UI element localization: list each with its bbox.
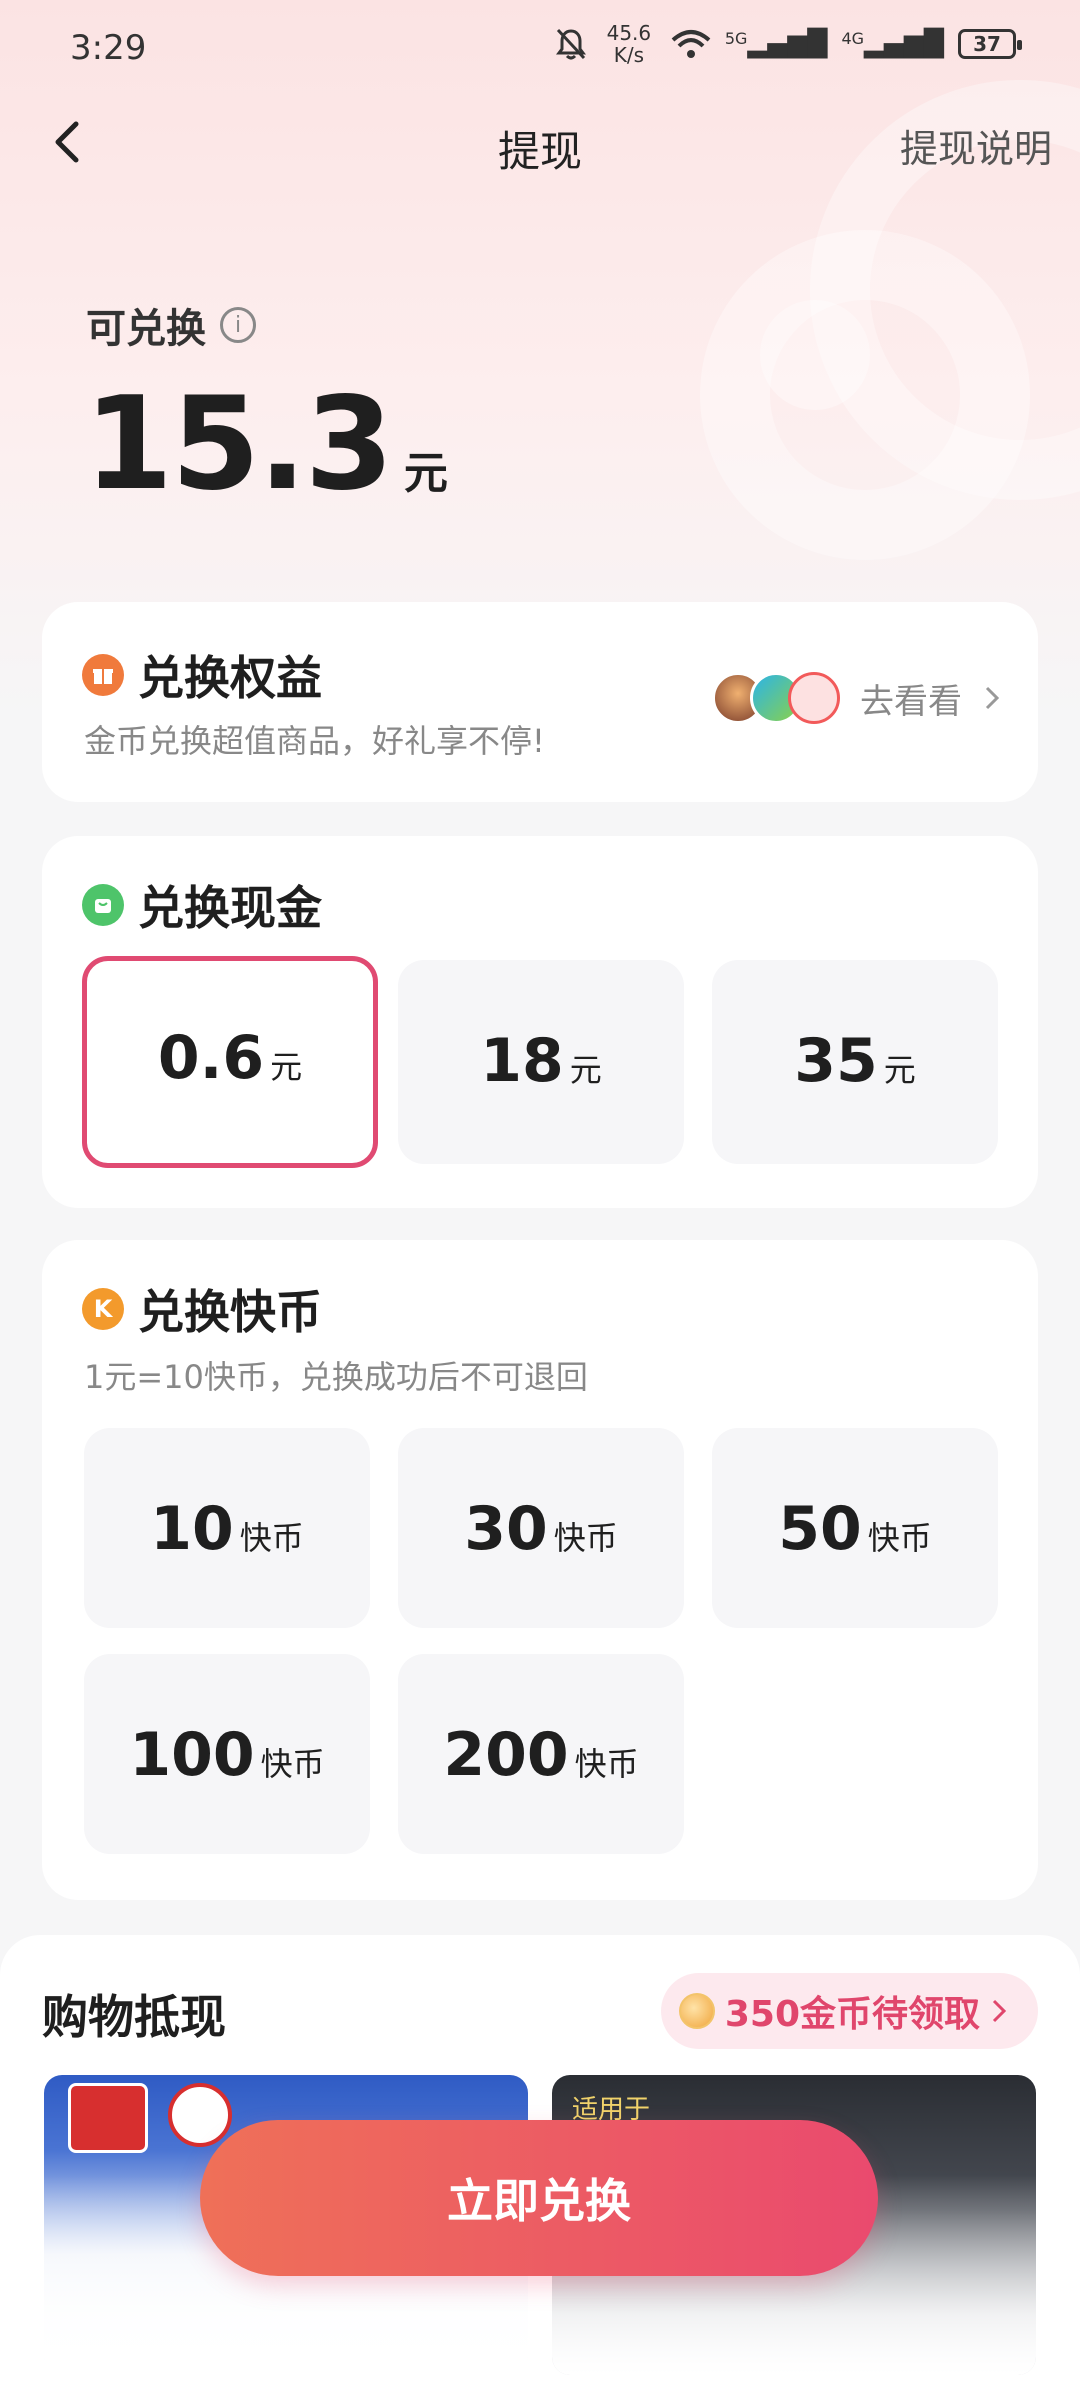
speed-value: 45.6 — [606, 21, 652, 45]
cash-title: 兑换现金 — [82, 872, 322, 938]
kuaibi-option-value: 10 — [150, 1494, 234, 1564]
cash-icon — [82, 884, 124, 926]
amount-value: 15.3 — [84, 370, 394, 519]
cash-title-text: 兑换现金 — [138, 881, 322, 935]
brand-logo — [68, 2083, 148, 2153]
status-icons: 45.6 K/s 5G▂▄▆█ 4G▂▄▆█ 37 — [555, 22, 1022, 66]
redeem-now-button[interactable]: 立即兑换 — [200, 2120, 878, 2276]
speed-unit: K/s — [613, 43, 645, 67]
kuaibi-option-unit: 快币 — [239, 1519, 304, 1557]
kuaibi-option-unit: 快币 — [553, 1519, 618, 1557]
cash-option-value: 35 — [794, 1026, 878, 1096]
kuaibi-option-value: 100 — [129, 1720, 255, 1790]
nav-bar: 提现 提现说明 — [0, 100, 1080, 190]
rights-go-see[interactable]: 去看看 — [712, 672, 1002, 724]
rights-card[interactable]: 兑换权益 金币兑换超值商品，好礼享不停! 去看看 — [42, 602, 1038, 802]
rights-title: 兑换权益 — [82, 642, 322, 708]
shopping-title: 购物抵现 — [42, 1990, 226, 2044]
chevron-right-icon — [992, 1999, 1007, 2023]
kuaibi-option[interactable]: 100 快币 — [84, 1654, 370, 1854]
available-label-text: 可兑换 — [86, 306, 206, 352]
available-label: 可兑换 i — [86, 296, 256, 354]
pending-coins-button[interactable]: 350金币待领取 — [660, 1973, 1038, 2049]
kuaibi-option-value: 50 — [778, 1494, 862, 1564]
battery-icon: 37 — [958, 29, 1022, 59]
kuaibi-title-text: 兑换快币 — [138, 1285, 322, 1339]
kuaibi-option-unit: 快币 — [574, 1745, 639, 1783]
coin-icon — [678, 1993, 715, 2029]
kuaibi-title: K 兑换快币 — [82, 1276, 322, 1342]
cash-option-unit: 元 — [883, 1051, 916, 1089]
status-bar: 3:29 45.6 K/s 5G▂▄▆█ 4G▂▄▆█ 37 — [0, 0, 1080, 100]
kuaibi-option-value: 200 — [443, 1720, 569, 1790]
net-label-5g: 5G — [724, 29, 748, 48]
cash-option-value: 0.6 — [157, 1023, 265, 1093]
chevron-right-icon — [985, 686, 1000, 710]
withdraw-instructions-link[interactable]: 提现说明 — [900, 118, 1052, 173]
rights-subtitle: 金币兑换超值商品，好礼享不停! — [84, 722, 545, 760]
cash-option-value: 18 — [480, 1026, 564, 1096]
available-amount: 15.3 元 — [84, 370, 448, 519]
brand-logo — [168, 2083, 232, 2147]
cash-option-unit: 元 — [270, 1048, 303, 1086]
amount-unit: 元 — [403, 448, 448, 499]
kuaibi-option[interactable]: 200 快币 — [398, 1654, 684, 1854]
cash-option[interactable]: 0.6 元 — [82, 956, 378, 1168]
k-coin-icon: K — [82, 1288, 124, 1330]
cash-option-unit: 元 — [569, 1051, 602, 1089]
mute-bell-icon — [555, 28, 586, 60]
kuaibi-option[interactable]: 10 快币 — [84, 1428, 370, 1628]
status-time: 3:29 — [70, 28, 147, 68]
kuaibi-card: K 兑换快币 1元=10快币，兑换成功后不可退回 10 快币 30 快币 50 … — [42, 1240, 1038, 1900]
go-see-label: 去看看 — [860, 681, 962, 722]
cash-card: 兑换现金 0.6 元 18 元 35 元 — [42, 836, 1038, 1208]
pending-coins-text: 350金币待领取 — [724, 1994, 980, 2035]
cash-option[interactable]: 35 元 — [712, 960, 998, 1164]
kuaibi-option-value: 30 — [464, 1494, 548, 1564]
kuaibi-option-unit: 快币 — [260, 1745, 325, 1783]
network-speed: 45.6 K/s — [601, 22, 657, 66]
kuaibi-option[interactable]: 30 快币 — [398, 1428, 684, 1628]
signal-4g-icon: 4G▂▄▆█ — [841, 29, 944, 59]
net-label-4g: 4G — [841, 29, 865, 48]
kuaibi-option-unit: 快币 — [867, 1519, 932, 1557]
decorative-ring — [700, 230, 1030, 560]
cash-option[interactable]: 18 元 — [398, 960, 684, 1164]
signal-5g-icon: 5G▂▄▆█ — [724, 29, 828, 59]
rights-title-text: 兑换权益 — [138, 651, 322, 705]
kuaibi-option[interactable]: 50 快币 — [712, 1428, 998, 1628]
battery-level: 37 — [973, 32, 1001, 56]
redeem-now-label: 立即兑换 — [447, 2174, 631, 2228]
gift-icon — [82, 654, 124, 696]
product-avatars — [712, 672, 840, 724]
kuaibi-subtitle: 1元=10快币，兑换成功后不可退回 — [84, 1358, 588, 1396]
wifi-icon — [671, 30, 711, 58]
decorative-dot — [760, 300, 870, 410]
info-icon[interactable]: i — [220, 307, 256, 343]
avatar — [788, 672, 840, 724]
